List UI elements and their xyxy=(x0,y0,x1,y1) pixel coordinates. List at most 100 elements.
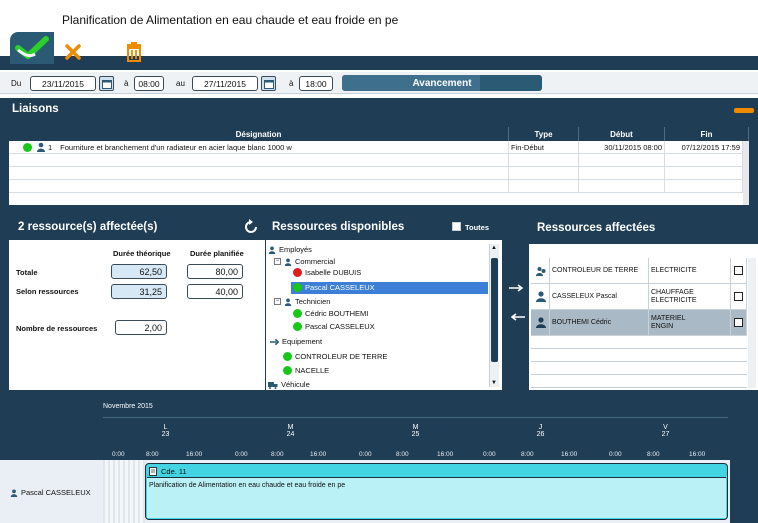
table-row[interactable]: 1 Fourniture et branchement d'un radiate… xyxy=(9,141,509,154)
scroll-down-icon[interactable]: ▼ xyxy=(491,380,497,386)
tree-node-commercial[interactable]: − Commercial xyxy=(274,257,335,266)
plg-checkbox[interactable] xyxy=(734,266,743,275)
liaisons-scrollbar[interactable] xyxy=(743,141,749,205)
caract-line: MATERIEL xyxy=(651,314,686,322)
avancement-progress[interactable]: Avancement xyxy=(342,75,542,91)
empty-row xyxy=(9,180,509,193)
assign-arrow-button[interactable] xyxy=(509,284,525,294)
day-letter: M xyxy=(287,424,294,431)
plg-checkbox[interactable] xyxy=(734,292,743,301)
delete-button[interactable] xyxy=(125,41,143,63)
hour-label: 0:00 xyxy=(609,451,622,458)
task-description: Planification de Alimentation en eau cha… xyxy=(149,482,346,489)
tree-node-employes[interactable]: Employés xyxy=(268,245,312,254)
status-dot-green xyxy=(23,142,32,152)
tree-node-technicien[interactable]: − Technicien xyxy=(274,297,330,306)
col-header-ressource[interactable]: Ressource xyxy=(531,244,649,258)
gantt-month: Novembre 2015 xyxy=(103,403,153,410)
row-type: Fin-Début xyxy=(509,141,579,154)
table-row-selected[interactable]: BOUTHEMI Cédric MATERIEL ENGIN xyxy=(531,310,747,336)
nombre-ressources-field[interactable]: 2,00 xyxy=(115,320,167,335)
tree-node-pascal-technicien[interactable]: Pascal CASSELEUX xyxy=(293,322,375,331)
empty-cell xyxy=(665,180,743,193)
status-dot-green xyxy=(293,283,302,292)
tree-node-vehicule[interactable]: Véhicule xyxy=(268,380,310,389)
affectees-scrollbar[interactable] xyxy=(748,258,756,388)
collapse-liaisons-button[interactable] xyxy=(734,108,754,113)
liaisons-title: Liaisons xyxy=(12,103,59,115)
gantt-day-1: L 23 xyxy=(103,424,228,438)
label-selon-ressources: Selon ressources xyxy=(16,287,79,296)
empty-cell xyxy=(579,180,665,193)
empty-cell xyxy=(579,154,665,167)
status-dot-green xyxy=(283,352,292,361)
plg-checkbox[interactable] xyxy=(734,318,743,327)
empty-row xyxy=(531,336,747,349)
scroll-up-icon[interactable]: ▲ xyxy=(491,245,497,251)
person-icon xyxy=(536,317,546,328)
tree-label: NACELLE xyxy=(295,366,330,375)
au-label: au xyxy=(176,79,185,88)
window-title: Planification de Alimentation en eau cha… xyxy=(62,13,399,27)
tree-node-cedric[interactable]: Cédric BOUTHEMI xyxy=(293,309,368,318)
start-time-field[interactable]: 08:00 xyxy=(134,76,164,91)
row-number: 1 xyxy=(48,142,53,152)
tree-label: Cédric BOUTHEMI xyxy=(305,309,369,318)
calendar-icon xyxy=(101,79,112,89)
document-icon xyxy=(149,467,157,476)
gantt-task-bar[interactable]: Cde. 11 Planification de Alimentation en… xyxy=(145,463,728,520)
person-icon xyxy=(37,142,45,152)
col-header-debut[interactable]: Début xyxy=(579,127,665,141)
unassign-arrow-button[interactable] xyxy=(509,313,525,323)
tree-node-nacelle[interactable]: NACELLE xyxy=(283,366,329,375)
col-header-plg[interactable]: Plg. xyxy=(731,244,747,258)
hour-label: 16:00 xyxy=(561,451,578,458)
col-duree-planifiee: Durée planifiée xyxy=(190,249,244,258)
tree-node-pascal-commercial[interactable]: Pascal CASSELEUX xyxy=(293,283,375,292)
tree-node-controleur[interactable]: CONTROLEUR DE TERRE xyxy=(283,352,387,361)
check-icon xyxy=(15,36,49,59)
col-header-designation[interactable]: Désignation xyxy=(9,127,509,141)
collapse-icon[interactable]: − xyxy=(274,298,281,305)
table-row[interactable]: CONTROLEUR DE TERRE ELECTRICITE xyxy=(531,258,747,284)
tree-label: Véhicule xyxy=(281,380,310,389)
end-calendar-button[interactable] xyxy=(261,76,276,91)
toutes-checkbox[interactable] xyxy=(452,222,461,231)
end-time-field[interactable]: 18:00 xyxy=(299,76,333,91)
dispo-scrollbar[interactable]: ▲ ▼ xyxy=(489,244,499,387)
du-label: Du xyxy=(11,79,22,88)
start-calendar-button[interactable] xyxy=(99,76,114,91)
tree-node-isabelle[interactable]: Isabelle DUBUIS xyxy=(293,268,361,277)
selon-planifiee-field[interactable]: 40,00 xyxy=(187,284,243,299)
table-row[interactable]: CASSELEUX Pascal CHAUFFAGE ELECTRICITE xyxy=(531,284,747,310)
tool-icon xyxy=(270,338,279,345)
caract-line: ENGIN xyxy=(651,322,674,330)
person-icon xyxy=(284,258,292,266)
tree-node-equipement[interactable]: Equipement xyxy=(270,337,322,346)
affectation-panel xyxy=(9,214,265,390)
gantt-divider xyxy=(103,417,728,418)
col-header-type[interactable]: Type xyxy=(509,127,579,141)
start-date-field[interactable]: 23/11/2015 xyxy=(30,76,96,91)
task-body: Planification de Alimentation en eau cha… xyxy=(147,477,726,518)
validate-button[interactable] xyxy=(10,32,54,64)
tree-label: Employés xyxy=(279,245,312,254)
scroll-thumb[interactable] xyxy=(491,258,498,362)
resource-type-icon-cell xyxy=(531,310,550,335)
tree-label: Isabelle DUBUIS xyxy=(305,268,362,277)
empty-cell xyxy=(509,154,579,167)
res-name: BOUTHEMI Cédric xyxy=(550,310,649,335)
day-number: 25 xyxy=(411,431,420,438)
cancel-button[interactable] xyxy=(62,42,84,62)
totale-planifiee-field[interactable]: 80,00 xyxy=(187,264,243,279)
tree-label: Pascal CASSELEUX xyxy=(305,283,375,292)
col-header-caracteristiques[interactable]: Caractéristiques xyxy=(649,244,731,258)
person-icon xyxy=(268,246,276,254)
col-header-fin[interactable]: Fin xyxy=(665,127,749,141)
row-fin: 07/12/2015 17:59 xyxy=(665,141,743,154)
gantt-resource-row[interactable]: Pascal CASSELEUX xyxy=(10,488,91,497)
refresh-button[interactable] xyxy=(243,219,259,237)
collapse-icon[interactable]: − xyxy=(274,258,281,265)
empty-cell xyxy=(579,167,665,180)
end-date-field[interactable]: 27/11/2015 xyxy=(192,76,258,91)
